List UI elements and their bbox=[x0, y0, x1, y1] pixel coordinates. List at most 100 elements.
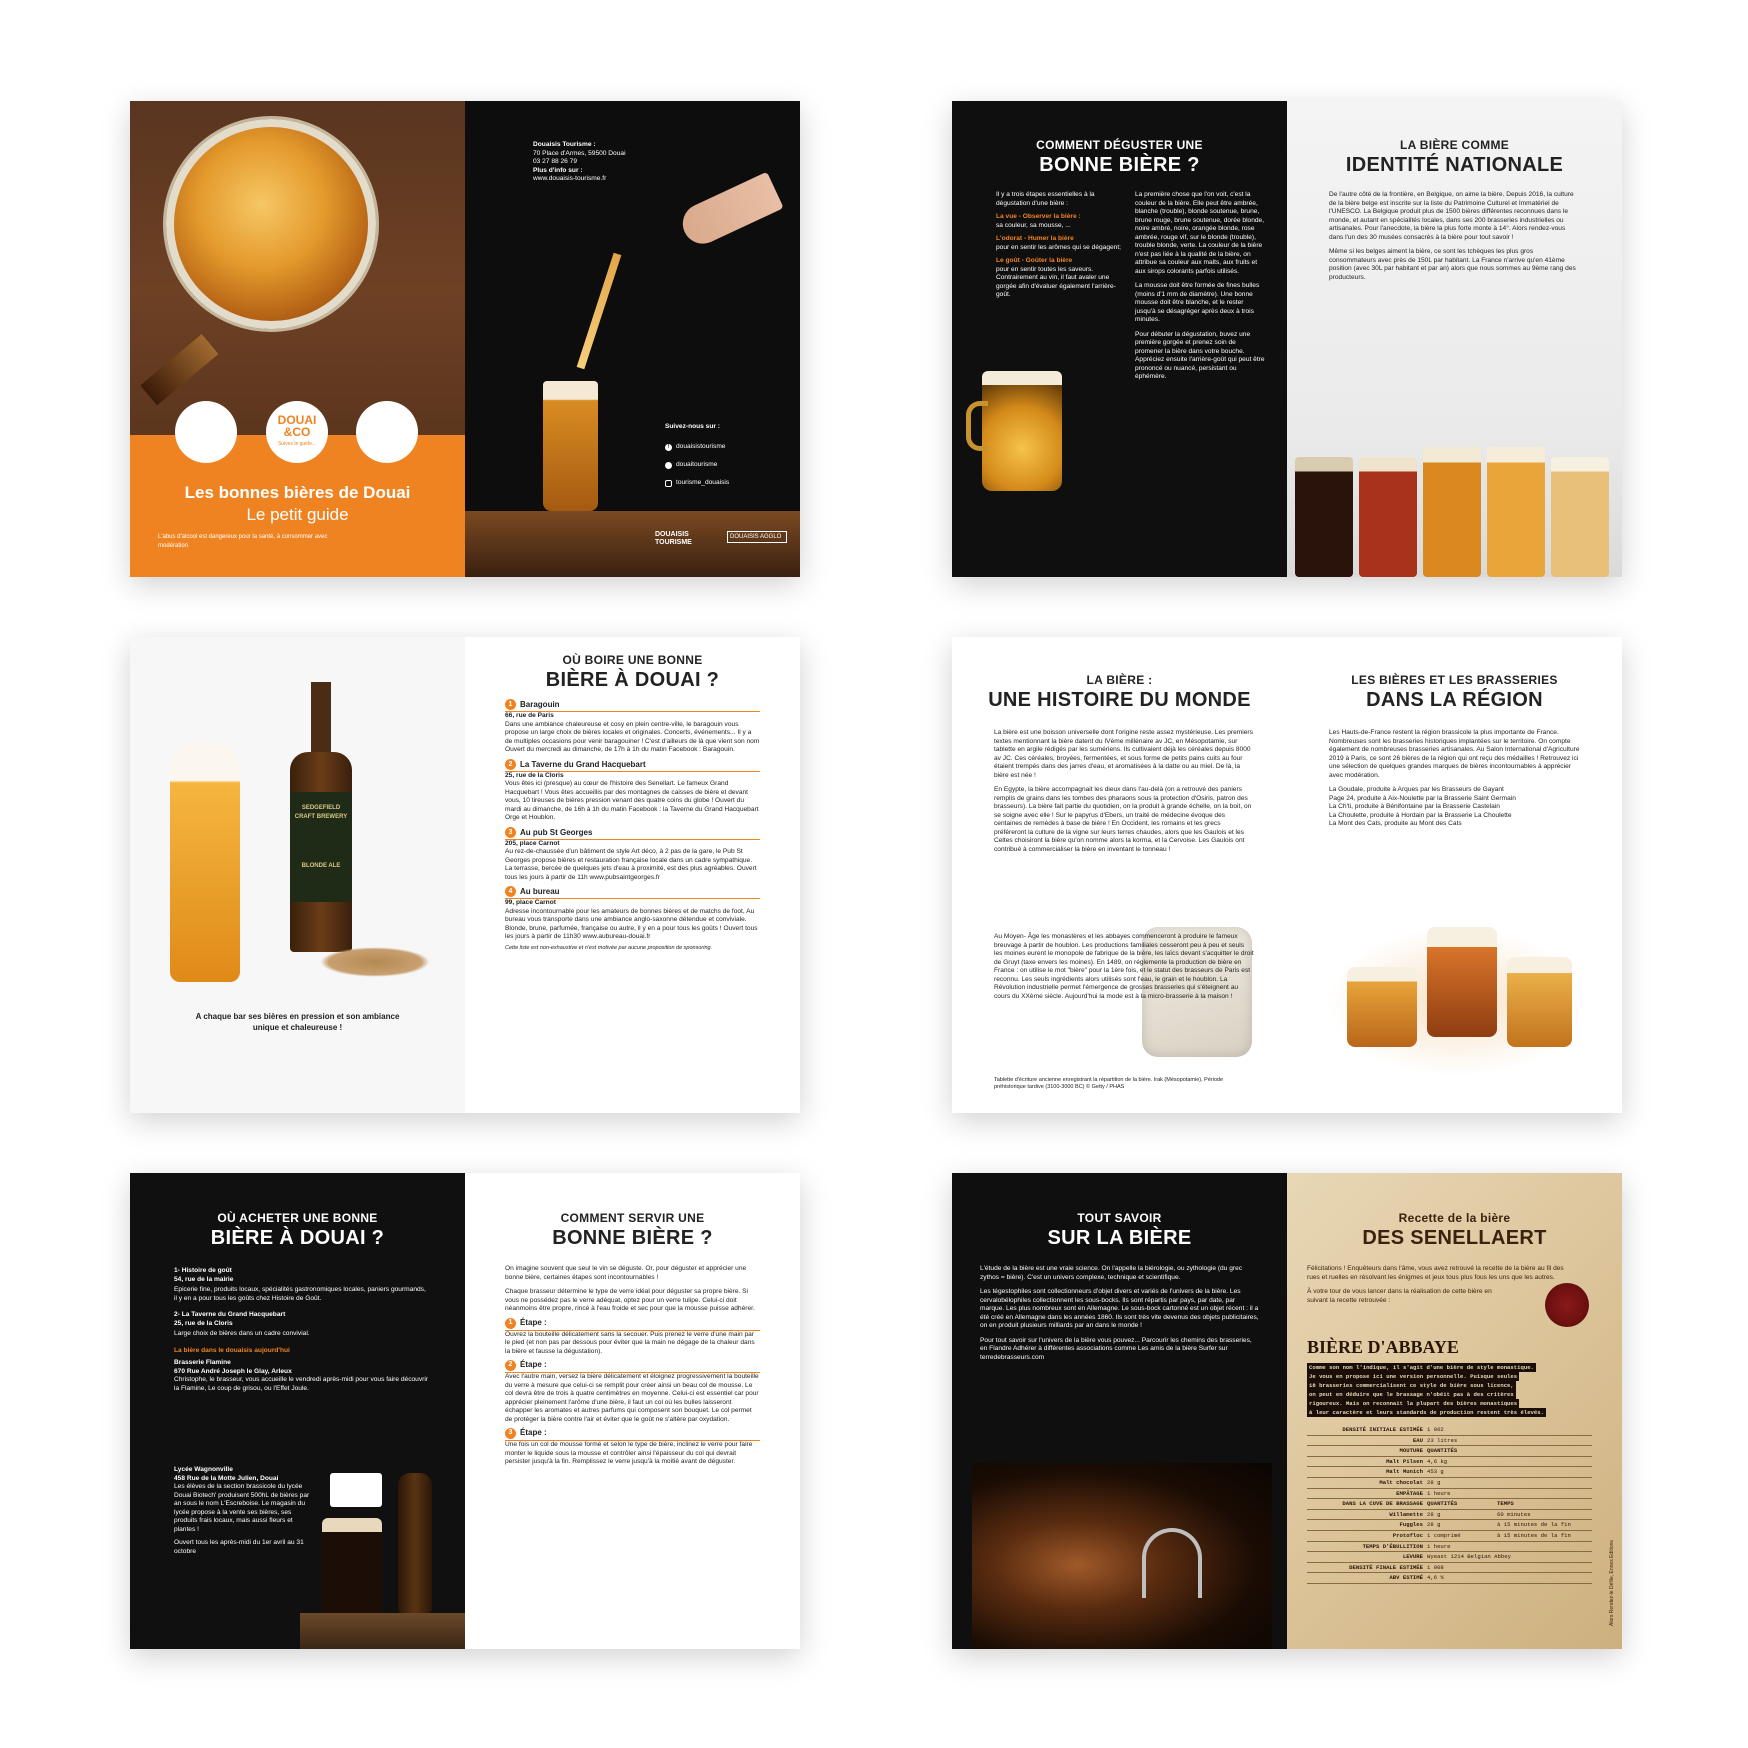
spread-degustation: COMMENT DÉGUSTER UNE BONNE BIÈRE ? Il y … bbox=[952, 101, 1622, 577]
recipe-row: Fuggles 28 g à 15 minutes de la fin bbox=[1307, 1520, 1592, 1531]
recette-p1: Félicitations ! Enquêteurs dans l'âme, v… bbox=[1307, 1265, 1564, 1281]
bar-description: Dans une ambiance chaleureuse et cosy en… bbox=[505, 720, 760, 754]
servir-step-1: 1 Étape : Ouvrez la bouteille délicatemen… bbox=[505, 1317, 760, 1357]
cover-subtitle: Le petit guide bbox=[246, 505, 349, 524]
savoir-panel: TOUT SAVOIR SUR LA BIÈRE L'étude de la b… bbox=[952, 1173, 1287, 1649]
bar-item-3: 3 Au pub St Georges 205, place Carnot Au … bbox=[505, 826, 760, 883]
bar-description: Adresse incontournable pour les amateurs… bbox=[505, 907, 758, 941]
recipe-row: DANS LA CUVE DE BRASSAGE QUANTITÉS TEMPS bbox=[1307, 1499, 1592, 1510]
typed-line: 18 brasseries commercialisent ce style d… bbox=[1307, 1381, 1516, 1390]
degust-gout-title: Le goût - Goûter la bière bbox=[996, 257, 1073, 264]
shop-1: 1- Histoire de goût 54, rue de la mairie… bbox=[174, 1267, 429, 1303]
magnifier-handle bbox=[140, 334, 219, 406]
bar-description: Au rez-de-chaussée d'un bâtiment de styl… bbox=[505, 848, 757, 881]
bottle-panel: SEDGEFIELD CRAFT BREWERY BLONDE ALE A ch… bbox=[130, 637, 465, 1113]
watercolor-mug-right bbox=[1507, 957, 1572, 1047]
recipe-time: à 15 minutes de la fin bbox=[1497, 1531, 1571, 1539]
glass-red bbox=[1359, 457, 1417, 577]
recipe-label: Protofloc bbox=[1392, 1531, 1423, 1539]
degustation-heading-big: BONNE BIÈRE ? bbox=[1039, 154, 1200, 176]
recipe-time: 60 minutes bbox=[1497, 1510, 1531, 1518]
beer-glass-image bbox=[543, 381, 598, 511]
bar-list-footnote: Cette liste est non-exhaustive et n'est … bbox=[505, 944, 713, 951]
degust-gout-text: pour en sentir toutes les saveurs. Contr… bbox=[996, 265, 1116, 299]
recipe-row: DENSITÉ INITIALE ESTIMÉE 1 062 bbox=[1307, 1425, 1592, 1436]
shop-name: 2- La Taverne du Grand Hacquebart bbox=[174, 1311, 286, 1318]
servir-step-2: 2 Étape : Avec l'autre main, versez la bi… bbox=[505, 1360, 760, 1424]
region-p1: Les Hauts-de-France restent la région br… bbox=[1329, 729, 1580, 779]
region-list-item: La Goudale, produite à Arques par les Br… bbox=[1329, 786, 1504, 793]
savoir-heading-small: TOUT SAVOIR bbox=[1077, 1211, 1162, 1225]
contact-address: 70 Place d'Armes, 59500 Douai bbox=[533, 149, 626, 157]
bar-item-4: 4 Au bureau 99, place Carnot Adresse inco… bbox=[505, 886, 760, 942]
bottle-label-brewery: CRAFT BREWERY bbox=[294, 814, 348, 820]
recette-heading-big: DES SENELLAERT bbox=[1362, 1227, 1547, 1249]
shop-2: 2- La Taverne du Grand Hacquebart 25, ru… bbox=[174, 1311, 429, 1339]
brand-douaisis-tourisme: DOUAISIS TOURISME bbox=[655, 531, 692, 546]
degustation-panel: COMMENT DÉGUSTER UNE BONNE BIÈRE ? Il y … bbox=[952, 101, 1287, 577]
spread-cover: DOUAI &CO Suivez le guide... Les bonnes … bbox=[130, 101, 800, 577]
bar-address: 205, place Carnot bbox=[505, 839, 560, 847]
identite-heading-small: LA BIÈRE COMME bbox=[1399, 138, 1510, 152]
step-label: Étape : bbox=[520, 1428, 547, 1438]
social-instagram-label: tourisme_douaisis bbox=[676, 479, 730, 486]
shop-name: 1- Histoire de goût bbox=[174, 1267, 232, 1274]
degustation-heading-small: COMMENT DÉGUSTER UNE bbox=[1036, 138, 1203, 152]
recipe-label: Malt Pilsen bbox=[1386, 1457, 1423, 1465]
savoir-p1: L'étude de la bière est une vraie scienc… bbox=[980, 1265, 1243, 1281]
bottle-label: SEDGEFIELD CRAFT BREWERY BLONDE ALE bbox=[290, 792, 352, 902]
bar-address: 66, rue de Paris bbox=[505, 712, 554, 719]
social-instagram[interactable]: tourisme_douaisis bbox=[665, 479, 729, 488]
step-text: Ouvrez la bouteille délicatement sans la… bbox=[505, 1330, 755, 1355]
social-twitter[interactable]: douaitourisme bbox=[665, 461, 717, 470]
region-list-item: Page 24, produite à Aix-Noulette par la … bbox=[1329, 794, 1516, 802]
recipe-value: 28 g bbox=[1427, 1478, 1441, 1486]
recipe-value: 1 heure bbox=[1427, 1489, 1451, 1497]
typed-line: à leur caractère et leurs standards de p… bbox=[1307, 1408, 1546, 1417]
contact-more: Plus d'info sur : bbox=[533, 166, 583, 174]
recipe-value: 28 g bbox=[1427, 1521, 1441, 1529]
bar-name: La Taverne du Grand Hacquebart bbox=[520, 759, 646, 769]
wax-seal-icon bbox=[1545, 1283, 1589, 1327]
bar-description: Vous êtes ici (presque) au cœur de l'his… bbox=[505, 780, 759, 821]
beer-magnifier-image bbox=[166, 119, 376, 329]
ou-boire-panel: OÙ BOIRE UNE BONNE BIÈRE À DOUAI ? 1 Bara… bbox=[465, 637, 800, 1113]
recipe-label: ABV ESTIMÉ bbox=[1389, 1574, 1423, 1582]
servir-intro-1: On imagine souvent que seul le vin se dé… bbox=[505, 1265, 747, 1281]
bottle-label-style: BLONDE ALE bbox=[301, 863, 341, 869]
identite-p1: De l'autre côté de la frontière, en Belg… bbox=[1329, 191, 1574, 241]
recette-panel: Recette de la bière DES SENELLAERT Félic… bbox=[1287, 1173, 1622, 1649]
social-facebook[interactable]: f douaisistourisme bbox=[665, 443, 725, 452]
shop-description: Large choix de bières dans un cadre conv… bbox=[174, 1330, 310, 1337]
servir-step-3: 3 Étape : Une fois un col de mousse formé… bbox=[505, 1428, 760, 1467]
recipe-label: DENSITÉ FINALE ESTIMÉE bbox=[1349, 1563, 1423, 1571]
cover-front: DOUAI &CO Suivez le guide... Les bonnes … bbox=[130, 101, 465, 577]
bar-number: 3 bbox=[505, 826, 516, 838]
recipe-value: 1 heure bbox=[1427, 1542, 1451, 1550]
contact-phone: 03 27 88 26 79 bbox=[533, 158, 577, 165]
recipe-time: TEMPS bbox=[1497, 1500, 1514, 1508]
histoire-heading-big: UNE HISTOIRE DU MONDE bbox=[988, 689, 1251, 711]
beer-mug-image bbox=[982, 371, 1062, 491]
instagram-icon bbox=[665, 479, 672, 487]
degust-debut: Pour débuter la dégustation, buvez une p… bbox=[1135, 330, 1265, 381]
histoire-p1: La bière est une boisson universelle don… bbox=[994, 729, 1253, 779]
flamine-name: Brasserie Flamine bbox=[174, 1359, 231, 1366]
recipe-value: 1 008 bbox=[1427, 1563, 1444, 1571]
typed-line: Je vous en propose ici une version perso… bbox=[1307, 1372, 1520, 1381]
step-text: Une fois un col de mousse formé et selon… bbox=[505, 1441, 753, 1465]
contact-website[interactable]: www.douaisis-tourisme.fr bbox=[533, 175, 733, 184]
shop-description: Epicerie fine, produits locaux, spéciali… bbox=[174, 1286, 426, 1302]
today-heading: La bière dans le douaisis aujourd'hui bbox=[174, 1346, 290, 1354]
bar-number: 4 bbox=[505, 886, 516, 897]
bar-name: Au pub St Georges bbox=[520, 827, 593, 837]
degust-intro: Il y a trois étapes essentielles à la dé… bbox=[996, 191, 1095, 207]
acheter-heading-big: BIÈRE À DOUAI ? bbox=[210, 1227, 385, 1249]
degust-vue-title: La vue - Observer la bière : bbox=[996, 213, 1081, 220]
cover-title: Les bonnes bières de Douai bbox=[184, 483, 411, 502]
region-list: La Goudale, produite à Arques par les Br… bbox=[1329, 786, 1584, 829]
spread-acheter-servir: OÙ ACHETER UNE BONNE BIÈRE À DOUAI ? 1- … bbox=[130, 1173, 800, 1649]
facebook-icon: f bbox=[665, 443, 672, 451]
recipe-value: 4,6 % bbox=[1427, 1574, 1444, 1582]
typed-line: rigoureux. Mais on reconnait la plupart … bbox=[1307, 1399, 1520, 1408]
